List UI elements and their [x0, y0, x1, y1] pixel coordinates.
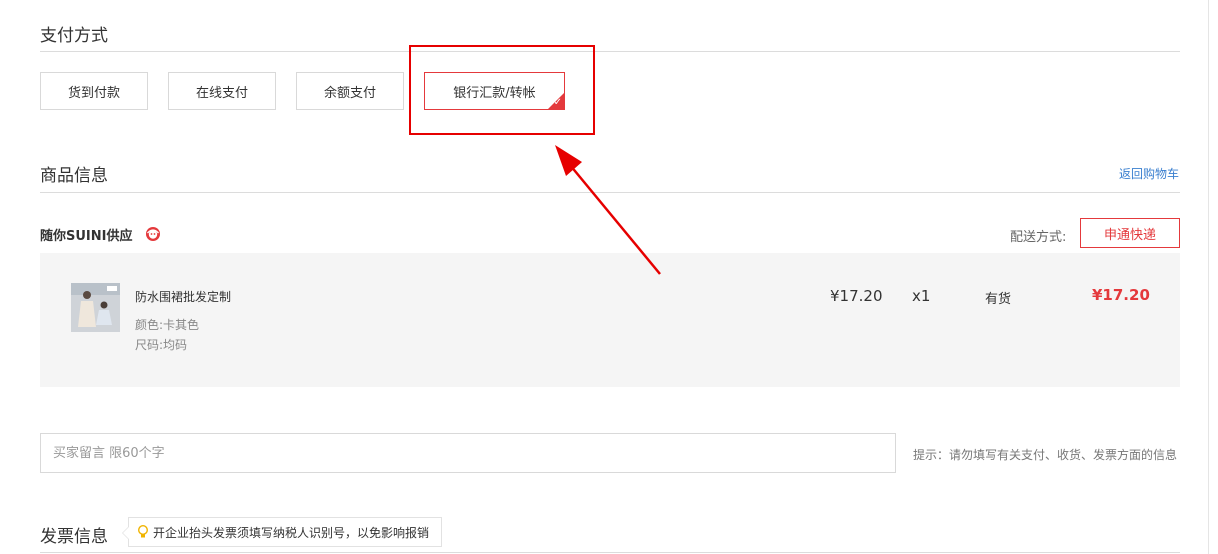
invoice-divider: [40, 552, 1180, 553]
product-size: 尺码:均码: [135, 338, 188, 352]
pay-option-bank-transfer-button[interactable]: 银行汇款/转帐 ✓: [424, 72, 565, 110]
goods-section-title: 商品信息: [40, 166, 108, 186]
product-color: 颜色:卡其色: [135, 318, 200, 332]
buyer-message-hint: 提示：请勿填写有关支付、收货、发票方面的信息: [913, 448, 1178, 462]
lightbulb-icon: [138, 525, 148, 538]
page-right-border: [1208, 0, 1209, 554]
supplier-name: 随你SUINI供应: [40, 229, 133, 244]
pay-option-cod-button[interactable]: 货到付款: [40, 72, 148, 110]
payment-section-title: 支付方式: [40, 26, 108, 46]
unit-price: ¥17.20: [830, 287, 883, 305]
buyer-message-input[interactable]: [40, 433, 896, 473]
stock-status: 有货: [985, 292, 1012, 307]
customer-service-icon[interactable]: [145, 226, 161, 242]
quantity: x1: [912, 287, 931, 305]
item-subtotal: ¥17.20: [1092, 286, 1150, 304]
invoice-section-title: 发票信息: [40, 527, 108, 547]
pay-option-label: 货到付款: [67, 85, 120, 101]
checkmark-icon: ✓: [553, 97, 562, 108]
payment-divider: [40, 51, 1180, 52]
product-thumbnail[interactable]: [71, 283, 120, 332]
shipping-method-value: 申通快递: [1103, 227, 1156, 243]
pay-option-balance-button[interactable]: 余额支付: [296, 72, 404, 110]
pay-option-online-button[interactable]: 在线支付: [168, 72, 276, 110]
product-name[interactable]: 防水围裙批发定制: [135, 288, 231, 305]
pay-option-label: 余额支付: [323, 85, 376, 101]
order-item-row: [40, 253, 1180, 387]
pay-option-label: 在线支付: [195, 85, 248, 101]
goods-divider: [40, 192, 1180, 193]
back-to-cart-link[interactable]: 返回购物车: [1119, 165, 1179, 182]
invoice-tooltip-text: 开企业抬头发票须填写纳税人识别号，以免影响报销: [153, 525, 430, 540]
invoice-tooltip: 开企业抬头发票须填写纳税人识别号，以免影响报销: [122, 517, 442, 547]
shipping-method-label: 配送方式:: [1010, 230, 1067, 245]
tooltip-arrow-inner: [123, 526, 130, 540]
shipping-method-button[interactable]: 申通快递: [1080, 218, 1180, 248]
pay-option-label: 银行汇款/转帐: [453, 85, 536, 101]
